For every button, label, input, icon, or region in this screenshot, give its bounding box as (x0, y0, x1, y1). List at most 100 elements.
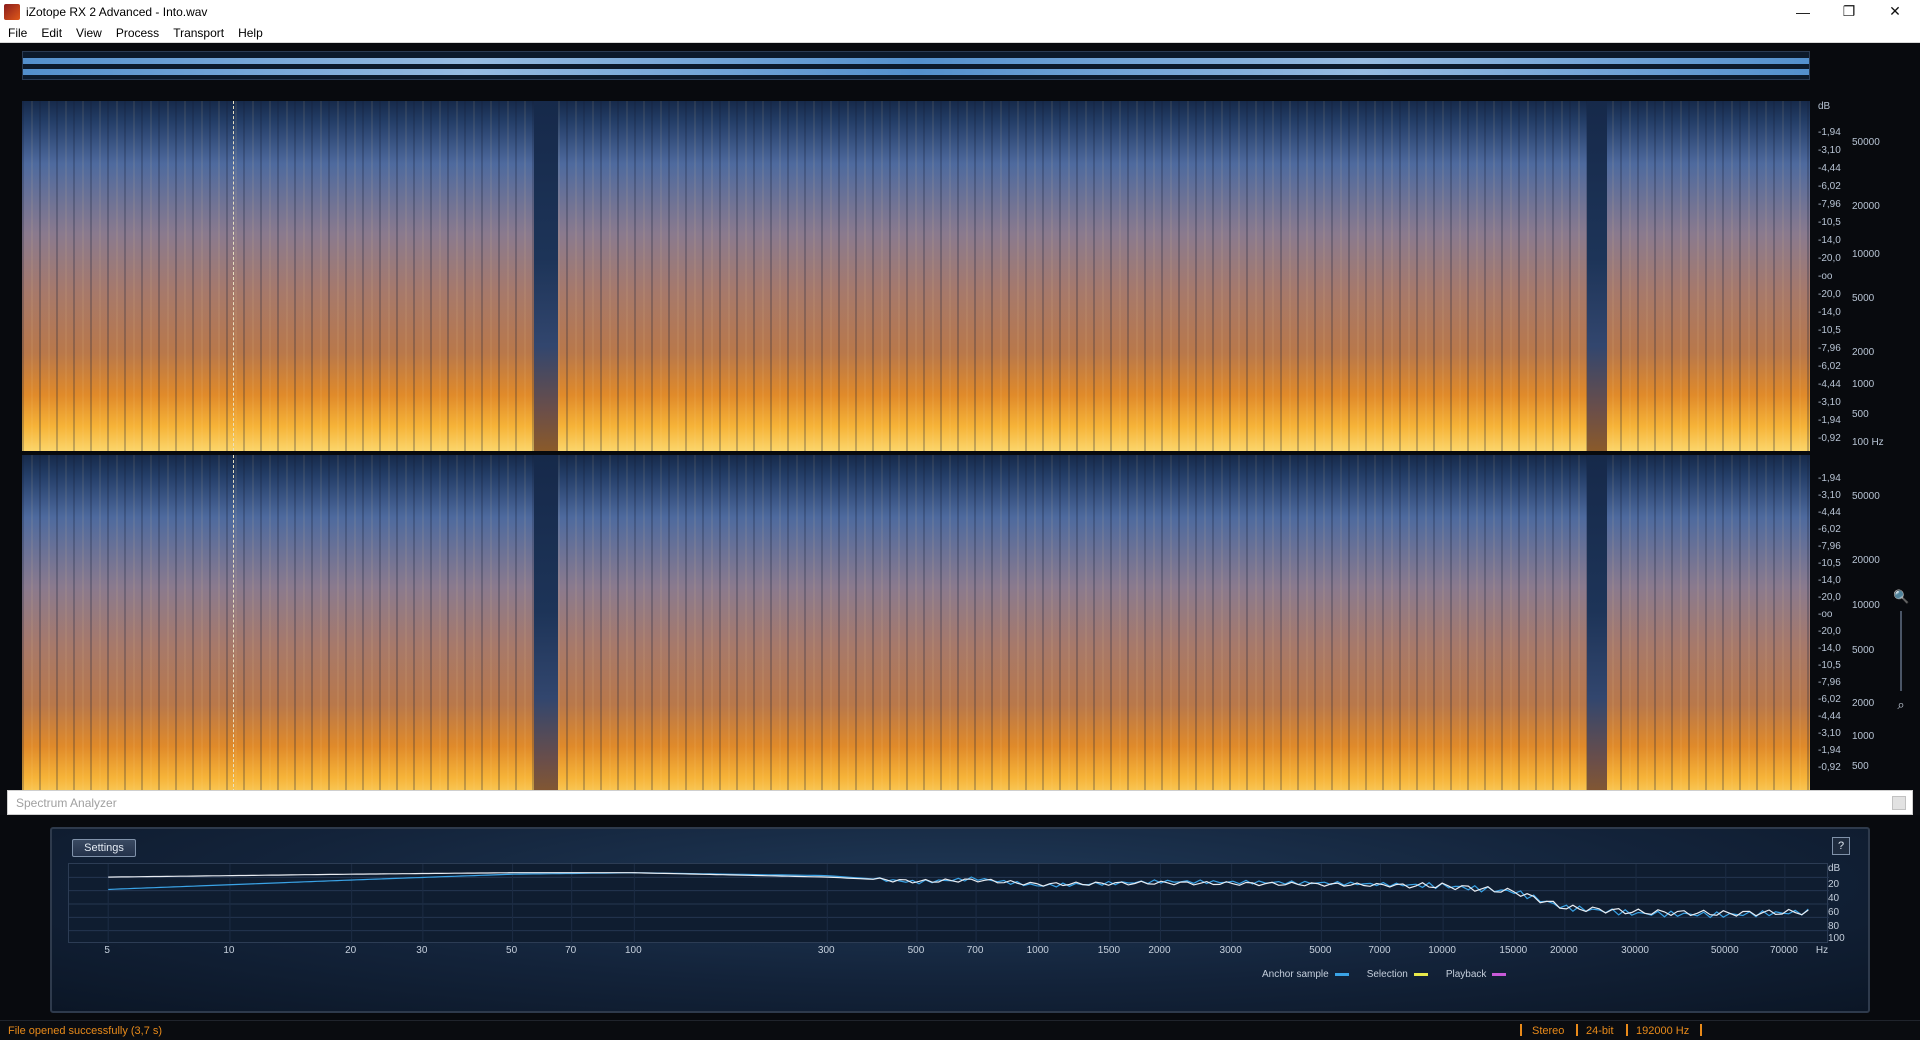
db-tick: -10,5 (1818, 325, 1841, 336)
frequency-tick: 10000 (1428, 945, 1456, 956)
frequency-tick: 20 (345, 945, 357, 956)
status-separator (1576, 1024, 1578, 1036)
frequency-tick: 50000 (1710, 945, 1739, 956)
db-tick: -10,5 (1818, 217, 1841, 228)
anchor-sample-series (108, 872, 1809, 919)
frequency-tick: 1500 (1097, 945, 1121, 956)
legend-selection: Selection (1367, 969, 1428, 980)
spectrogram-workspace: dB -1,94 -3,10 -4,44 -6,02 -7,96 -10,5 -… (0, 43, 1920, 802)
hz-tick: 10000 (1852, 600, 1880, 611)
maximize-button[interactable]: ❐ (1826, 0, 1872, 23)
db-unit-label: dB (1818, 101, 1831, 112)
status-bar: File opened successfully (3,7 s) Stereo … (0, 1020, 1920, 1040)
hz-tick: 50000 (1852, 491, 1880, 502)
scale-channel-1: dB -1,94 -3,10 -4,44 -6,02 -7,96 -10,5 -… (1812, 101, 1890, 451)
settings-button[interactable]: Settings (72, 839, 136, 857)
playhead-cursor[interactable] (233, 101, 234, 451)
analyzer-db-tick: 60 (1828, 907, 1840, 918)
legend-label: Selection (1366, 969, 1408, 980)
status-sample-rate: 192000 Hz (1636, 1025, 1690, 1037)
spectrum-chart (69, 864, 1829, 944)
db-tick: -7,96 (1818, 677, 1841, 688)
db-tick: -1,94 (1818, 127, 1841, 138)
frequency-tick: 300 (817, 945, 835, 956)
frequency-tick: 15000 (1499, 945, 1528, 956)
title-bar: iZotope RX 2 Advanced - Into.wav — ❐ ✕ (0, 0, 1920, 23)
status-bit-depth: 24-bit (1586, 1025, 1614, 1037)
db-tick: -20,0 (1818, 626, 1841, 637)
spectrum-analyzer: Settings ? dB 20 40 60 80 100 5 10 20 30 50 7… (0, 815, 1920, 1020)
menu-file[interactable]: File (0, 26, 34, 40)
frequency-tick: 7000 (1368, 945, 1391, 956)
analyzer-titlebar: Spectrum Analyzer (7, 790, 1913, 815)
legend-label: Playback (1445, 969, 1487, 980)
analyzer-db-unit: dB (1828, 863, 1841, 874)
frequency-tick: 10 (223, 945, 235, 956)
zoom-out-icon[interactable]: ⌕ (1893, 697, 1909, 713)
frequency-tick: 70 (565, 945, 577, 956)
hz-tick: 1000 (1852, 379, 1875, 390)
frequency-tick: 5000 (1309, 945, 1332, 956)
legend-swatch (1492, 973, 1507, 976)
close-button[interactable]: ✕ (1872, 0, 1918, 23)
frequency-tick: 30 (416, 945, 428, 956)
spectrogram-channel-right[interactable] (22, 455, 1810, 802)
zoom-slider[interactable] (1900, 611, 1902, 691)
hz-tick: 10000 (1852, 249, 1880, 260)
menu-process[interactable]: Process (109, 26, 166, 40)
db-tick: -6,02 (1818, 694, 1841, 705)
playhead-cursor[interactable] (233, 455, 234, 802)
db-tick: -4,44 (1818, 711, 1841, 722)
overview-channel-1 (23, 58, 1809, 64)
db-tick: -14,0 (1818, 575, 1841, 586)
frequency-tick: 5 (104, 945, 110, 956)
db-tick: -0,92 (1818, 433, 1841, 444)
menu-view[interactable]: View (69, 26, 109, 40)
minimize-button[interactable]: — (1780, 0, 1826, 23)
db-tick: -14,0 (1818, 643, 1841, 654)
db-tick: -10,5 (1818, 558, 1841, 569)
hz-tick: 1000 (1852, 731, 1875, 742)
db-tick: -4,44 (1818, 379, 1841, 390)
spectrogram-channel-left[interactable] (22, 101, 1810, 451)
db-tick: -4,44 (1818, 507, 1841, 518)
db-tick: -oo (1818, 271, 1833, 282)
hz-tick: 100 Hz (1852, 437, 1884, 448)
analyzer-legend: Anchor sample Selection Playback (1262, 969, 1507, 980)
analyzer-close-button[interactable] (1892, 796, 1906, 810)
hz-tick: 20000 (1852, 555, 1880, 566)
frequency-tick: 50 (506, 945, 518, 956)
db-tick: -4,44 (1818, 163, 1841, 174)
silence-region (1587, 455, 1607, 802)
analyzer-db-tick: 100 (1828, 933, 1845, 944)
spectrum-plot[interactable] (68, 863, 1829, 944)
status-separator (1520, 1024, 1522, 1036)
menu-help[interactable]: Help (231, 26, 270, 40)
status-separator (1700, 1024, 1702, 1036)
help-button[interactable]: ? (1832, 837, 1850, 855)
legend-playback: Playback (1446, 969, 1507, 980)
hz-tick: 500 (1852, 409, 1869, 420)
analyzer-title: Spectrum Analyzer (16, 796, 117, 810)
legend-label: Anchor sample (1262, 969, 1329, 980)
zoom-controls: 🔍 ⌕ (1890, 583, 1912, 793)
menu-transport[interactable]: Transport (166, 26, 231, 40)
app-icon (4, 3, 20, 20)
waveform-overview[interactable] (22, 51, 1810, 80)
hz-tick: 5000 (1852, 293, 1875, 304)
frequency-tick: 30000 (1621, 945, 1649, 956)
hz-tick: 500 (1852, 761, 1869, 772)
frequency-tick: 500 (907, 945, 925, 956)
hz-tick: 50000 (1852, 137, 1880, 148)
silence-region (534, 455, 558, 802)
hz-tick: 2000 (1852, 347, 1875, 358)
db-tick: -14,0 (1818, 235, 1841, 246)
db-tick: -1,94 (1818, 745, 1841, 756)
menu-edit[interactable]: Edit (34, 26, 69, 40)
zoom-in-icon[interactable]: 🔍 (1893, 589, 1909, 605)
db-tick: -3,10 (1818, 145, 1841, 156)
status-message: File opened successfully (3,7 s) (8, 1025, 163, 1037)
status-channels: Stereo (1532, 1025, 1565, 1037)
db-tick: -6,02 (1818, 181, 1841, 192)
frequency-tick: 2000 (1148, 945, 1171, 956)
